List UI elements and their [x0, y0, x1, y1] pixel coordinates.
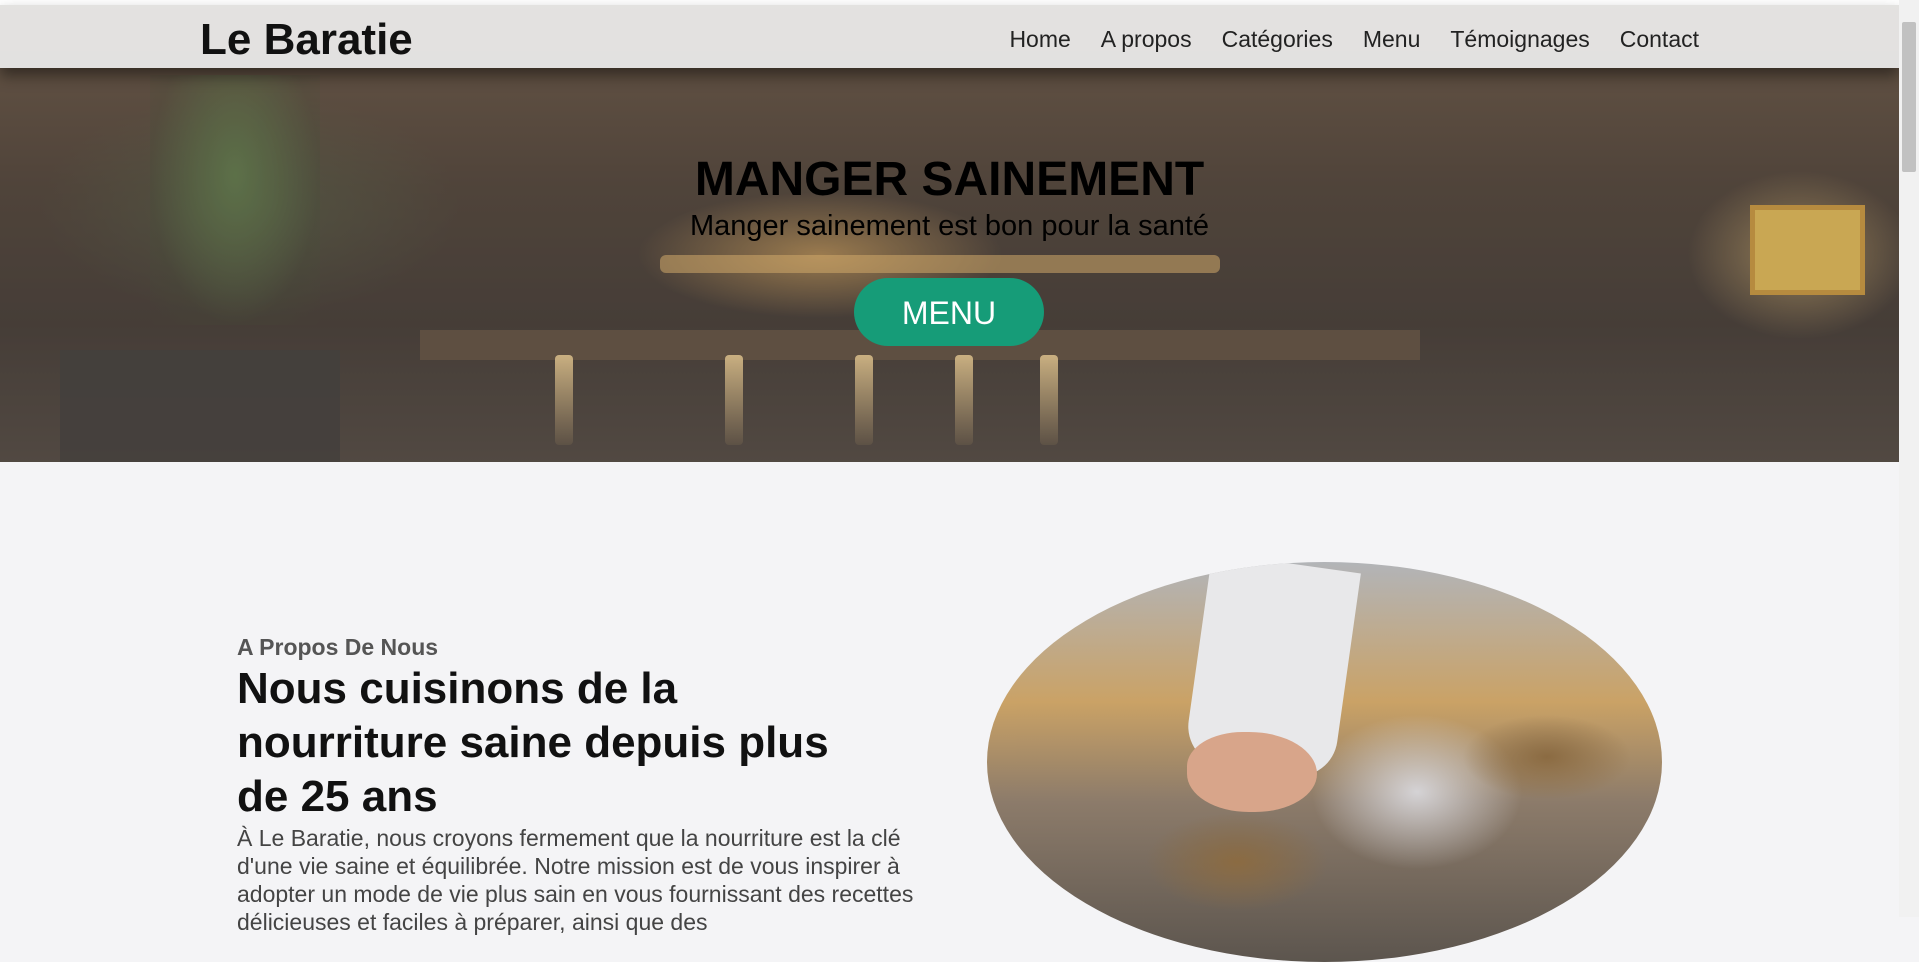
- site-logo[interactable]: Le Baratie: [200, 17, 413, 63]
- navbar: Le Baratie Home A propos Catégories Menu…: [0, 5, 1899, 68]
- scrollbar-thumb[interactable]: [1902, 22, 1916, 172]
- nav-link-testimonials[interactable]: Témoignages: [1450, 25, 1589, 53]
- chef-plating-image: [987, 562, 1662, 962]
- nav-link-menu[interactable]: Menu: [1363, 25, 1421, 53]
- nav-link-home[interactable]: Home: [1009, 25, 1070, 53]
- hero-title: MANGER SAINEMENT: [694, 153, 1205, 206]
- hero-menu-button[interactable]: MENU: [854, 278, 1044, 346]
- nav-link-about[interactable]: A propos: [1101, 25, 1192, 53]
- about-text: À Le Baratie, nous croyons fermement que…: [237, 825, 914, 935]
- chef-hand-shape: [1187, 732, 1317, 812]
- main-nav: Home A propos Catégories Menu Témoignage…: [1009, 25, 1699, 53]
- nav-link-categories[interactable]: Catégories: [1222, 25, 1333, 53]
- nav-link-contact[interactable]: Contact: [1620, 25, 1699, 53]
- hero-subtitle: Manger sainement est bon pour la santé: [689, 210, 1210, 242]
- about-heading: Nous cuisinons de la nourriture saine de…: [237, 664, 829, 821]
- about-eyebrow: A Propos De Nous: [237, 634, 439, 660]
